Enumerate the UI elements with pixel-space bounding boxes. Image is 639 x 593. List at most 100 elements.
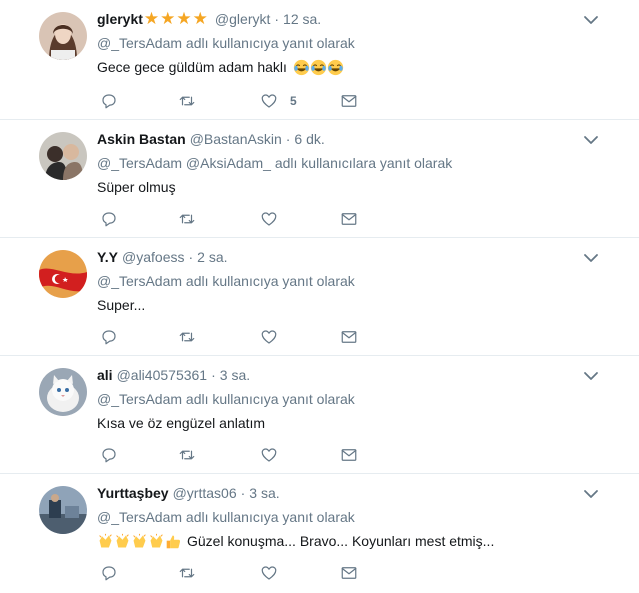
reply-label: adlı kullanıcıya yanıt olarak [185, 391, 355, 407]
user-handle[interactable]: @ali40575361 [117, 365, 208, 385]
tweet[interactable]: Askin Bastan @BastanAskin · 6 dk. @_Ters… [0, 120, 639, 238]
user-handle[interactable]: @yafoess [122, 247, 184, 267]
reply-button[interactable] [100, 92, 118, 110]
dm-button[interactable] [340, 328, 358, 346]
reply-button[interactable] [100, 446, 118, 464]
timestamp[interactable]: 3 sa. [249, 483, 279, 503]
separator-dot: · [188, 249, 194, 265]
separator-dot: · [285, 131, 291, 147]
mention-link[interactable]: @_TersAdam @AksiAdam_ [97, 155, 271, 171]
like-button[interactable] [260, 564, 278, 582]
dm-button[interactable] [340, 446, 358, 464]
like-icon [261, 566, 277, 580]
dm-button[interactable] [340, 92, 358, 110]
like-icon [261, 448, 277, 462]
retweet-icon [179, 332, 195, 342]
tweet[interactable]: ali @ali40575361 · 3 sa. @_TersAdam adlı… [0, 356, 639, 474]
reply-button[interactable] [100, 328, 118, 346]
like-icon [261, 94, 277, 108]
user-name[interactable]: ali [97, 365, 113, 385]
laughing-emoji-icon [327, 59, 344, 75]
tweet[interactable]: Y.Y @yafoess · 2 sa. @_TersAdam adlı kul… [0, 238, 639, 356]
star-icon: ★ [143, 9, 160, 29]
user-name[interactable]: Askin Bastan [97, 129, 186, 149]
separator-dot: · [211, 367, 216, 383]
like-button[interactable] [260, 328, 278, 346]
reply-icon [102, 94, 116, 109]
separator-dot: · [240, 485, 246, 501]
reply-icon [102, 566, 116, 581]
retweet-button[interactable] [178, 210, 196, 228]
tweet-content: Yurttaşbey @yrttas06 · 3 sa. @_TersAdam … [97, 483, 599, 551]
star-icon: ★ [176, 9, 192, 29]
clapping-hands-icon [99, 533, 112, 547]
reply-context: @_TersAdam adlı kullanıcıya yanıt olarak [97, 271, 599, 291]
chevron-down-icon[interactable] [583, 132, 599, 148]
reply-button[interactable] [100, 210, 118, 228]
laughing-emoji-icon [310, 59, 327, 75]
laughing-emoji-icon [293, 59, 310, 75]
user-name[interactable]: glerykt [97, 9, 143, 29]
tweet-text: Kısa ve öz engüzel anlatım [97, 413, 599, 433]
tweet-body: Super... [97, 297, 146, 313]
mention-link[interactable]: @_TersAdam [97, 35, 182, 51]
mention-link[interactable]: @_TersAdam [97, 509, 182, 525]
chevron-down-icon[interactable] [583, 486, 599, 502]
tweet-header: Askin Bastan @BastanAskin · 6 dk. [97, 129, 599, 149]
dm-icon [341, 567, 357, 579]
like-count: 5 [290, 94, 297, 108]
timestamp[interactable]: 6 dk. [294, 129, 324, 149]
reply-button[interactable] [100, 564, 118, 582]
timestamp[interactable]: 12 sa. [283, 9, 321, 29]
tweet-text: Gece gece güldüm adam haklı [97, 57, 599, 77]
avatar[interactable] [39, 250, 87, 298]
like-button[interactable] [260, 210, 278, 228]
avatar[interactable] [39, 486, 87, 534]
tweet[interactable]: Yurttaşbey @yrttas06 · 3 sa. @_TersAdam … [0, 474, 639, 593]
tweet[interactable]: glerykt ★ ★ ★ ★ @glerykt · 12 sa. @_Ters… [0, 0, 639, 120]
mention-link[interactable]: @_TersAdam [97, 391, 182, 407]
avatar[interactable] [39, 368, 87, 416]
reply-icon [102, 212, 116, 227]
chevron-down-icon[interactable] [583, 250, 599, 266]
reply-label: adlı kullanıcıya yanıt olarak [185, 509, 355, 525]
chevron-down-icon[interactable] [583, 368, 599, 384]
dm-icon [341, 449, 357, 461]
tweet-content: glerykt ★ ★ ★ ★ @glerykt · 12 sa. @_Ters… [97, 9, 599, 77]
reply-context: @_TersAdam adlı kullanıcıya yanıt olarak [97, 507, 599, 527]
timestamp[interactable]: 3 sa. [220, 365, 250, 385]
dm-button[interactable] [340, 564, 358, 582]
retweet-button[interactable] [178, 328, 196, 346]
timestamp[interactable]: 2 sa. [197, 247, 227, 267]
user-handle[interactable]: @glerykt [215, 9, 270, 29]
dm-icon [341, 213, 357, 225]
user-name[interactable]: Yurttaşbey [97, 483, 169, 503]
user-name[interactable]: Y.Y [97, 247, 118, 267]
like-icon [261, 330, 277, 344]
dm-button[interactable] [340, 210, 358, 228]
clapping-hands-icon [133, 533, 146, 547]
retweet-icon [179, 96, 195, 106]
star-icon: ★ [160, 9, 176, 29]
star-icon: ★ [192, 9, 208, 29]
user-handle[interactable]: @yrttas06 [173, 483, 237, 503]
like-button[interactable] [260, 446, 278, 464]
tweet-content: Y.Y @yafoess · 2 sa. @_TersAdam adlı kul… [97, 247, 599, 315]
retweet-button[interactable] [178, 564, 196, 582]
mention-link[interactable]: @_TersAdam [97, 273, 182, 289]
clapping-hands-icon [116, 533, 129, 547]
chevron-down-icon[interactable] [583, 12, 599, 28]
tweet-text: Super... [97, 295, 599, 315]
tweet-text: Güzel konuşma... Bravo... Koyunları mest… [97, 531, 599, 551]
tweet-body: Kısa ve öz engüzel anlatım [97, 415, 266, 431]
avatar[interactable] [39, 12, 87, 60]
retweet-button[interactable] [178, 446, 196, 464]
clap-emoji-group [97, 533, 182, 550]
retweet-icon [179, 450, 195, 460]
retweet-button[interactable] [178, 92, 196, 110]
user-handle[interactable]: @BastanAskin [190, 129, 282, 149]
reply-icon [102, 330, 116, 345]
reply-context: @_TersAdam @AksiAdam_ adlı kullanıcılara… [97, 153, 599, 173]
avatar[interactable] [39, 132, 87, 180]
like-button[interactable]: 5 [260, 92, 297, 110]
